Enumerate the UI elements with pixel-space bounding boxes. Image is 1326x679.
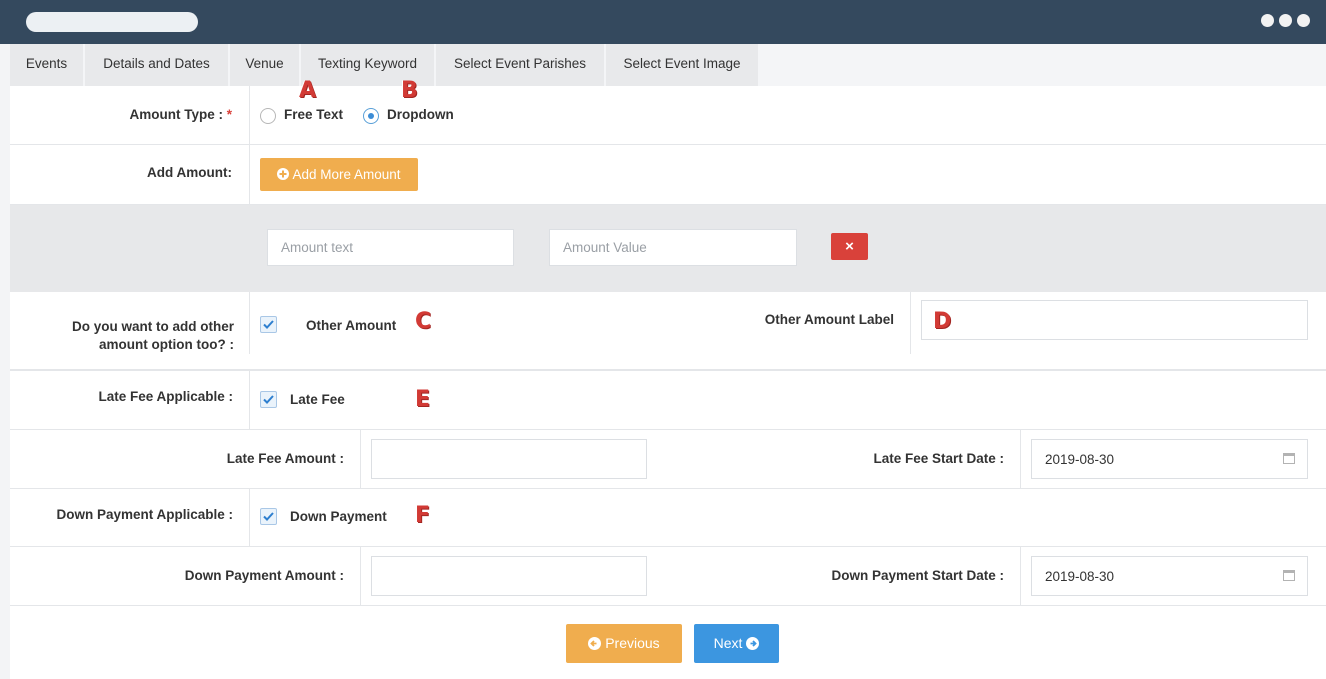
divider (1020, 430, 1021, 489)
calendar-icon[interactable] (1283, 453, 1295, 464)
other-amount-label-caption: Other Amount Label (764, 312, 894, 327)
marker-e: E (415, 387, 431, 412)
amount-value-input[interactable] (549, 229, 797, 266)
amount-type-row: Amount Type : * Free Text Dropdown (10, 86, 1326, 145)
checkmark-icon (263, 395, 274, 404)
down-payment-start-date-label: Down Payment Start Date : (831, 568, 1004, 583)
divider (249, 86, 250, 145)
late-fee-amount-input[interactable] (371, 439, 647, 479)
checkmark-icon (263, 512, 274, 521)
tab-select-event-parishes[interactable]: Select Event Parishes (436, 44, 605, 86)
amount-type-label: Amount Type : * (10, 107, 232, 122)
add-more-amount-label: Add More Amount (292, 167, 401, 182)
dropdown-radio[interactable] (363, 108, 379, 124)
title-bar (0, 0, 1326, 44)
free-text-radio[interactable] (260, 108, 276, 124)
tab-details-and-dates[interactable]: Details and Dates (85, 44, 229, 86)
other-amount-label-input[interactable] (921, 300, 1308, 340)
dropdown-label[interactable]: Dropdown (387, 107, 454, 122)
late-fee-amount-label: Late Fee Amount : (226, 451, 344, 466)
amount-type-label-text: Amount Type : (129, 107, 223, 122)
marker-f: F (415, 503, 431, 528)
marker-c: C (415, 309, 432, 334)
other-amount-checkbox-label[interactable]: Other Amount (306, 318, 396, 333)
divider (360, 430, 361, 489)
plus-circle-icon (277, 168, 290, 180)
divider (249, 371, 250, 430)
previous-button[interactable]: Previous (566, 624, 682, 663)
next-button[interactable]: Next (694, 624, 779, 663)
down-payment-checkbox[interactable] (260, 508, 277, 525)
late-fee-checkbox-label[interactable]: Late Fee (290, 392, 345, 407)
late-fee-start-date-label: Late Fee Start Date : (873, 451, 1004, 466)
divider (1020, 547, 1021, 606)
divider (360, 547, 361, 606)
late-fee-amount-row: Late Fee Amount : Late Fee Start Date : (10, 430, 1326, 489)
down-payment-amount-label: Down Payment Amount : (184, 568, 344, 583)
three-dots-icon[interactable] (1261, 14, 1310, 27)
other-amount-checkbox[interactable] (260, 316, 277, 333)
dot (1261, 14, 1274, 27)
previous-label: Previous (605, 635, 660, 651)
down-payment-start-date-input[interactable] (1031, 556, 1308, 596)
left-gutter (0, 0, 10, 679)
down-payment-amount-row: Down Payment Amount : Down Payment Start… (10, 547, 1326, 606)
dot (1279, 14, 1292, 27)
marker-d: D (933, 309, 952, 334)
other-amount-question-line2: amount option too? : (99, 337, 234, 352)
next-label: Next (713, 635, 743, 651)
marker-b: B (401, 78, 418, 103)
tab-events[interactable]: Events (10, 44, 84, 86)
tab-venue[interactable]: Venue (230, 44, 300, 86)
divider (249, 145, 250, 205)
other-amount-question: Do you want to add other amount option t… (10, 318, 234, 354)
other-amount-question-line1: Do you want to add other (72, 319, 234, 334)
amount-text-input[interactable] (267, 229, 514, 266)
amount-entry-panel: × (10, 205, 1326, 292)
down-payment-checkbox-label[interactable]: Down Payment (290, 509, 387, 524)
down-payment-amount-input[interactable] (371, 556, 647, 596)
tab-select-event-image[interactable]: Select Event Image (606, 44, 759, 86)
tab-bar: Events Details and Dates Venue Texting K… (10, 44, 1326, 86)
down-payment-applicable-row: Down Payment Applicable : Down Payment (10, 489, 1326, 547)
address-pill (26, 12, 198, 32)
late-fee-applicable-label: Late Fee Applicable : (98, 389, 233, 404)
down-payment-applicable-label: Down Payment Applicable : (56, 507, 233, 522)
app-window: Events Details and Dates Venue Texting K… (0, 0, 1326, 679)
arrow-left-circle-icon (588, 637, 602, 650)
other-amount-row: Do you want to add other amount option t… (10, 292, 1326, 371)
arrow-right-circle-icon (746, 637, 760, 650)
late-fee-checkbox[interactable] (260, 391, 277, 408)
calendar-icon[interactable] (1283, 570, 1295, 581)
divider (249, 489, 250, 547)
add-amount-row: Add Amount: Add More Amount (10, 145, 1326, 205)
free-text-label[interactable]: Free Text (284, 107, 343, 122)
remove-amount-button[interactable]: × (831, 233, 868, 260)
dot (1297, 14, 1310, 27)
divider (910, 292, 911, 354)
add-amount-label: Add Amount: (147, 165, 232, 180)
required-mark: * (226, 107, 232, 122)
checkmark-icon (263, 320, 274, 329)
late-fee-applicable-row: Late Fee Applicable : Late Fee (10, 371, 1326, 430)
add-more-amount-button[interactable]: Add More Amount (260, 158, 418, 191)
late-fee-start-date-input[interactable] (1031, 439, 1308, 479)
divider (249, 292, 250, 354)
marker-a: A (299, 78, 317, 103)
